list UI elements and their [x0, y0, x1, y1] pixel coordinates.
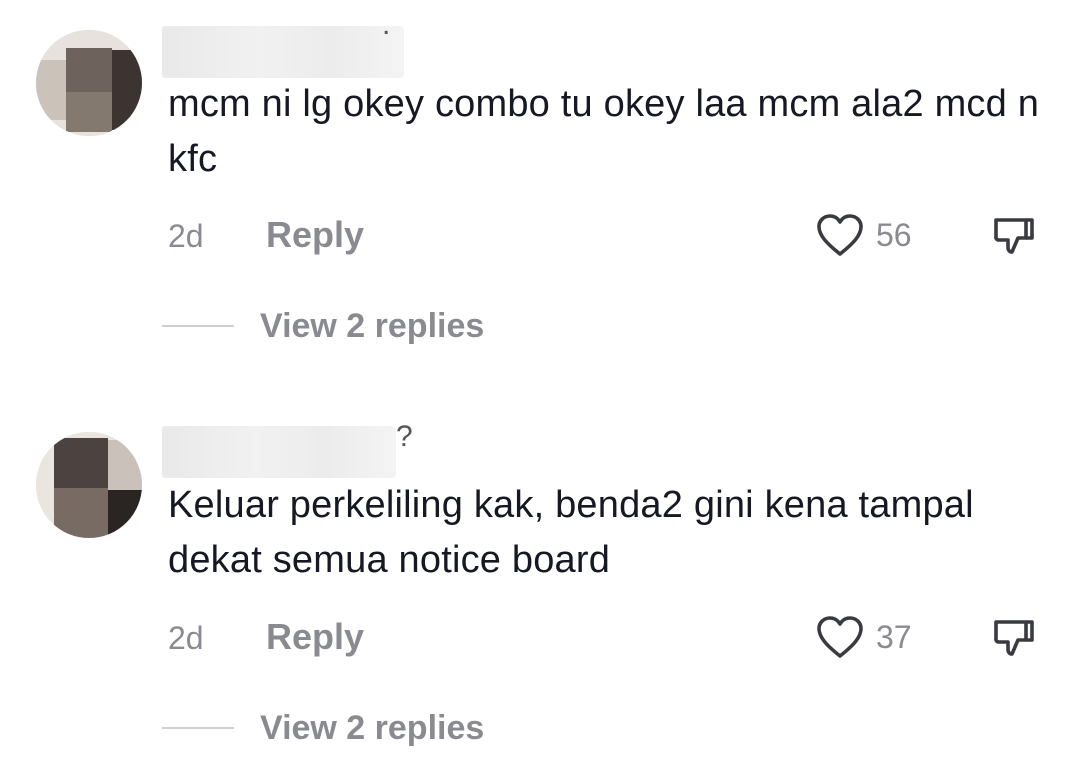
view-replies-label: View 2 replies — [260, 708, 485, 747]
heart-outline-icon — [817, 616, 863, 658]
like-count: 37 — [876, 618, 912, 655]
replies-divider-line — [162, 325, 234, 327]
view-replies-button[interactable]: View 2 replies — [162, 306, 484, 346]
dislike-button[interactable] — [990, 614, 1038, 662]
view-replies-button[interactable]: View 2 replies — [162, 708, 484, 748]
avatar[interactable] — [36, 432, 142, 538]
comment-text: mcm ni lg okey combo tu okey laa mcm ala… — [168, 83, 1040, 180]
username-visible-fragment: . — [382, 8, 391, 41]
comment-timestamp: 2d — [168, 620, 204, 656]
like-button[interactable]: 37 — [816, 614, 912, 660]
comment-timestamp: 2d — [168, 218, 204, 254]
username-redacted[interactable] — [162, 26, 404, 78]
heart-outline-icon — [817, 214, 863, 256]
username-redacted[interactable] — [162, 426, 396, 478]
reply-button[interactable]: Reply — [266, 214, 364, 256]
comment-item: ? Keluar perkeliling kak, benda2 gini ke… — [0, 380, 1080, 784]
view-replies-label: View 2 replies — [260, 306, 485, 345]
reply-button[interactable]: Reply — [266, 616, 364, 658]
dislike-button[interactable] — [990, 212, 1038, 260]
username-visible-fragment: ? — [396, 420, 413, 453]
comment-item: . mcm ni lg okey combo tu okey laa mcm a… — [0, 0, 1080, 380]
thumbs-down-outline-icon — [994, 620, 1034, 656]
like-button[interactable]: 56 — [816, 212, 912, 258]
thumbs-down-outline-icon — [994, 218, 1034, 254]
like-count: 56 — [876, 216, 912, 253]
replies-divider-line — [162, 727, 234, 729]
avatar[interactable] — [36, 30, 142, 136]
comment-text: Keluar perkeliling kak, benda2 gini kena… — [168, 484, 974, 581]
